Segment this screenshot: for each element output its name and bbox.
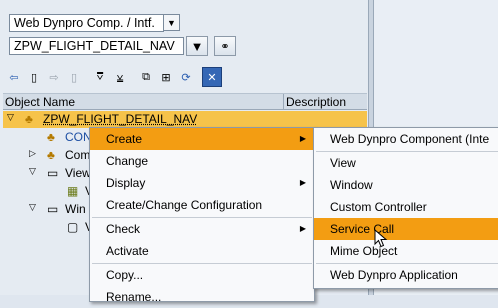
- previous-object-icon[interactable]: ▯: [24, 67, 44, 87]
- submenu-arrow-icon: ▶: [299, 178, 306, 187]
- menu-item-display[interactable]: Display ▶: [90, 172, 314, 194]
- hierarchy-icon[interactable]: ⧉: [136, 67, 156, 87]
- tree-column-header: Object Name Description: [3, 93, 367, 110]
- folder-icon: ▭: [47, 202, 59, 216]
- display-button[interactable]: ▼: [186, 36, 208, 56]
- window-icon: ▢: [67, 220, 79, 234]
- submenu-item-web-dynpro-application[interactable]: Web Dynpro Application: [314, 264, 498, 286]
- context-menu: Create ▶ Change Display ▶ Create/Change Co…: [89, 127, 315, 304]
- column-description: Description: [286, 95, 347, 109]
- create-submenu: Web Dynpro Component (Inte View Window C…: [313, 127, 498, 289]
- next-object-icon[interactable]: ▯: [64, 67, 84, 87]
- component-icon: ♣: [25, 112, 33, 126]
- expand-icon[interactable]: ⩢: [90, 67, 110, 87]
- forward-icon[interactable]: ⇨: [44, 67, 64, 87]
- submenu-arrow-icon: ▶: [299, 134, 306, 143]
- collapse-node-icon[interactable]: ▽: [29, 166, 36, 177]
- menu-item-create[interactable]: Create ▶: [90, 128, 314, 150]
- chevron-down-icon: ▼: [167, 17, 176, 28]
- tree-node-root[interactable]: ▽ ♣ ZPW_FLIGHT_DETAIL_NAV: [3, 111, 367, 128]
- menu-item-activate[interactable]: Activate: [90, 240, 314, 262]
- component-interface-icon: ♣: [47, 148, 55, 162]
- mouse-cursor-icon: [374, 229, 388, 248]
- collapse-icon[interactable]: ⩣: [110, 67, 130, 87]
- submenu-item-web-dynpro-component[interactable]: Web Dynpro Component (Inte: [314, 128, 498, 150]
- submenu-item-window[interactable]: Window: [314, 174, 498, 196]
- submenu-item-view[interactable]: View: [314, 152, 498, 174]
- close-icon[interactable]: ✕: [202, 67, 222, 87]
- collapse-node-icon[interactable]: ▽: [29, 202, 36, 213]
- tree-toolbar: ⇦ ▯ ⇨ ▯ ⩢ ⩣ ⧉ ⊞ ⟳ ✕: [4, 67, 222, 89]
- view-icon: ▦: [67, 184, 79, 198]
- object-name-input[interactable]: ZPW_FLIGHT_DETAIL_NAV: [9, 37, 184, 55]
- submenu-item-mime-object[interactable]: Mime Object: [314, 240, 498, 262]
- column-object-name: Object Name: [5, 95, 76, 109]
- component-controller-icon: ♣: [47, 130, 55, 144]
- menu-item-rename[interactable]: Rename...: [90, 286, 314, 308]
- triangle-down-icon: ▼: [190, 38, 204, 54]
- object-type-dropdown-button[interactable]: ▼: [163, 14, 180, 31]
- submenu-arrow-icon: ▶: [299, 224, 306, 233]
- menu-item-copy[interactable]: Copy...: [90, 264, 314, 286]
- submenu-item-custom-controller[interactable]: Custom Controller: [314, 196, 498, 218]
- submenu-item-service-call[interactable]: Service Call: [314, 218, 498, 240]
- glasses-button[interactable]: ⚭: [214, 36, 236, 56]
- object-type-select[interactable]: Web Dynpro Comp. / Intf.: [9, 14, 164, 32]
- folder-icon: ▭: [47, 166, 59, 180]
- expand-node-icon[interactable]: ▷: [29, 148, 36, 159]
- back-icon[interactable]: ⇦: [4, 67, 24, 87]
- menu-item-create-change-configuration[interactable]: Create/Change Configuration: [90, 194, 314, 216]
- menu-item-change[interactable]: Change: [90, 150, 314, 172]
- glasses-icon: ⚭: [220, 40, 230, 53]
- menu-item-check[interactable]: Check ▶: [90, 218, 314, 240]
- collapse-node-icon[interactable]: ▽: [7, 112, 14, 123]
- refresh-icon[interactable]: ⟳: [176, 67, 196, 87]
- where-used-icon[interactable]: ⊞: [156, 67, 176, 87]
